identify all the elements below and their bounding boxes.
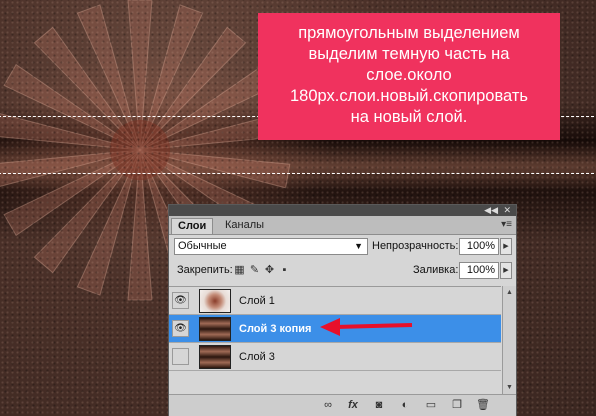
arrow-head [320, 318, 340, 336]
arrow-shaft [334, 323, 413, 329]
pointer-arrow [320, 318, 413, 336]
